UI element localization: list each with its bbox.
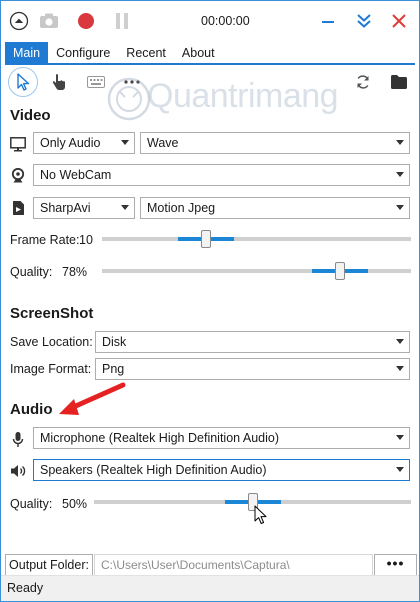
- status-text: Ready: [7, 581, 44, 595]
- encoder-select[interactable]: SharpAvi: [33, 197, 135, 219]
- video-file-icon: [9, 199, 27, 217]
- tab-main[interactable]: Main: [5, 42, 49, 64]
- save-location-label: Save Location:: [10, 335, 93, 349]
- chevron-down-icon: [396, 339, 404, 344]
- image-format-select[interactable]: Png: [95, 358, 410, 380]
- speakers-select[interactable]: Speakers (Realtek High Definition Audio): [33, 459, 410, 481]
- audio-quality-value: 50%: [62, 497, 88, 511]
- output-folder-button[interactable]: Output Folder:: [5, 554, 93, 576]
- image-format-label: Image Format:: [10, 362, 92, 376]
- browse-button[interactable]: •••: [374, 554, 417, 576]
- audio-quality-slider[interactable]: [94, 493, 411, 511]
- video-section-title: Video: [10, 107, 51, 124]
- expand-down-icon[interactable]: [352, 9, 376, 33]
- output-folder-row: Output Folder: C:\Users\User\Documents\C…: [5, 554, 417, 576]
- microphone-icon: [9, 430, 27, 448]
- video-mode-select[interactable]: Wave: [140, 132, 410, 154]
- video-source-value: Only Audio: [40, 136, 101, 150]
- folder-icon[interactable]: [384, 67, 414, 97]
- screenshot-section-title: ScreenShot: [10, 305, 94, 322]
- watermark-text: Quantrimang: [147, 77, 339, 115]
- speaker-icon: [9, 462, 27, 480]
- keyboard-icon[interactable]: [81, 67, 111, 97]
- video-quality-value: 78%: [62, 265, 88, 279]
- camera-icon[interactable]: [37, 9, 61, 33]
- image-format-value: Png: [102, 362, 125, 376]
- audio-quality-label: Quality:: [10, 497, 53, 511]
- more-tools-icon[interactable]: [117, 67, 147, 97]
- cursor-tool-button[interactable]: [8, 67, 38, 97]
- encoder-value: SharpAvi: [40, 201, 91, 215]
- hand-click-icon[interactable]: [44, 67, 74, 97]
- frame-rate-label: Frame Rate:: [10, 233, 80, 247]
- webcam-icon: [9, 167, 27, 185]
- chevron-down-icon: [121, 205, 129, 210]
- main-tabs: Main Configure Recent About: [5, 42, 223, 64]
- recording-timer: 00:00:00: [201, 14, 250, 28]
- status-bar: Ready: [1, 575, 419, 601]
- red-arrow-annotation: [57, 381, 127, 424]
- captura-window: 00:00:00 Main Configure Recent About Qua…: [0, 0, 420, 602]
- slider-track: [102, 237, 411, 241]
- webcam-value: No WebCam: [40, 168, 112, 182]
- chevron-down-icon: [396, 435, 404, 440]
- collapse-up-icon[interactable]: [7, 9, 31, 33]
- minimize-icon[interactable]: [316, 9, 340, 33]
- save-location-select[interactable]: Disk: [95, 331, 410, 353]
- codec-select[interactable]: Motion Jpeg: [140, 197, 410, 219]
- mouse-pointer-icon: [254, 505, 268, 528]
- chevron-down-icon: [396, 366, 404, 371]
- record-button[interactable]: [74, 9, 98, 33]
- chevron-down-icon: [396, 140, 404, 145]
- tab-configure[interactable]: Configure: [48, 42, 118, 64]
- speakers-value: Speakers (Realtek High Definition Audio): [40, 463, 267, 477]
- video-quality-label: Quality:: [10, 265, 53, 279]
- chevron-down-icon: [396, 172, 404, 177]
- video-quality-slider[interactable]: [102, 262, 411, 280]
- microphone-value: Microphone (Realtek High Definition Audi…: [40, 431, 280, 445]
- chevron-down-icon: [396, 467, 404, 472]
- microphone-select[interactable]: Microphone (Realtek High Definition Audi…: [33, 427, 410, 449]
- slider-thumb[interactable]: [200, 230, 211, 248]
- tab-recent[interactable]: Recent: [118, 42, 174, 64]
- frame-rate-slider[interactable]: [102, 230, 411, 248]
- refresh-icon[interactable]: [348, 67, 378, 97]
- output-folder-path[interactable]: C:\Users\User\Documents\Captura\: [94, 554, 373, 576]
- chevron-down-icon: [396, 205, 404, 210]
- save-location-value: Disk: [102, 335, 127, 349]
- chevron-down-icon: [121, 140, 129, 145]
- codec-value: Motion Jpeg: [147, 201, 216, 215]
- video-source-select[interactable]: Only Audio: [33, 132, 135, 154]
- monitor-icon: [9, 135, 27, 153]
- frame-rate-value: 10: [79, 233, 93, 247]
- tab-about[interactable]: About: [174, 42, 223, 64]
- video-mode-value: Wave: [147, 136, 179, 150]
- audio-section-title: Audio: [10, 401, 53, 418]
- tab-underline: [5, 63, 415, 65]
- slider-thumb[interactable]: [335, 262, 346, 280]
- pause-icon[interactable]: [110, 9, 134, 33]
- webcam-select[interactable]: No WebCam: [33, 164, 410, 186]
- close-icon[interactable]: [387, 9, 411, 33]
